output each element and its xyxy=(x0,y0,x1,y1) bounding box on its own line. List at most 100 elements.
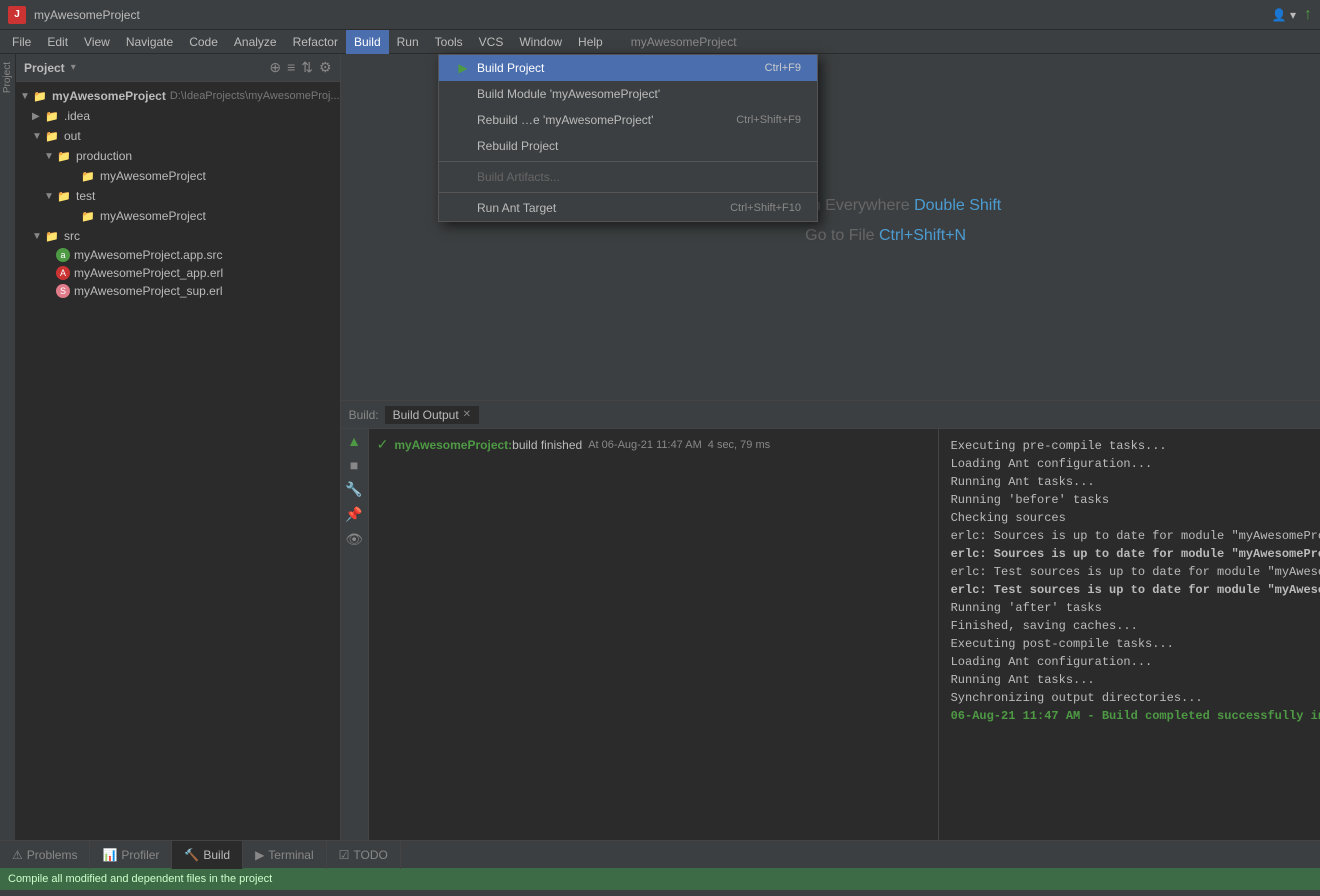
tree-item-test-proj[interactable]: 📁 myAwesomeProject xyxy=(16,206,340,226)
dropdown-sep-1 xyxy=(439,161,817,162)
titlebar-project-name: myAwesomeProject xyxy=(34,8,140,22)
tree-item-src[interactable]: ▼ 📁 src xyxy=(16,226,340,246)
folder-icon-test-proj: 📁 xyxy=(80,208,96,224)
folder-icon-test: 📁 xyxy=(56,188,72,204)
tab-problems[interactable]: ⚠ Problems xyxy=(0,841,90,869)
build-tab-close[interactable]: ✕ xyxy=(463,409,471,420)
build-log: Executing pre-compile tasks... Loading A… xyxy=(939,429,1320,840)
file-hint: Go to File Ctrl+Shift+N xyxy=(770,227,1001,245)
build-output-tab[interactable]: Build Output ✕ xyxy=(385,406,479,424)
dropdown-build-module[interactable]: Build Module 'myAwesomeProject' xyxy=(439,81,817,107)
menu-analyze[interactable]: Analyze xyxy=(226,30,285,54)
menu-tools[interactable]: Tools xyxy=(427,30,471,54)
file-shortcut: Ctrl+Shift+N xyxy=(879,227,966,244)
tree-item-production-proj[interactable]: 📁 myAwesomeProject xyxy=(16,166,340,186)
build-panel: Build: Build Output ✕ ▲ ■ 🔧 📌 👁 ✓ xyxy=(341,400,1320,840)
menu-file[interactable]: File xyxy=(4,30,39,54)
tree-arrow-test: ▼ xyxy=(44,191,56,202)
menu-edit[interactable]: Edit xyxy=(39,30,76,54)
menu-view[interactable]: View xyxy=(76,30,118,54)
profiler-icon: 📊 xyxy=(102,848,117,862)
tree-item-test[interactable]: ▼ 📁 test xyxy=(16,186,340,206)
tree-arrow-idea: ▶ xyxy=(32,111,44,122)
build-tree-item-success[interactable]: ✓ myAwesomeProject: build finished At 06… xyxy=(369,433,938,456)
folder-icon-src: 📁 xyxy=(44,228,60,244)
menu-code[interactable]: Code xyxy=(181,30,226,54)
panel-settings-icon[interactable]: ⚙ xyxy=(319,59,332,76)
tree-item-production[interactable]: ▼ 📁 production xyxy=(16,146,340,166)
terminal-icon: ▶ xyxy=(255,848,264,862)
rebuild-project-icon xyxy=(455,138,471,154)
dropdown-rebuild-module-shortcut: Ctrl+Shift+F9 xyxy=(736,114,801,126)
tree-arrow-src: ▼ xyxy=(32,231,44,242)
tree-item-idea[interactable]: ▶ 📁 .idea xyxy=(16,106,340,126)
tab-todo[interactable]: ☑ TODO xyxy=(327,841,401,869)
panel-expand-icon[interactable]: ⇅ xyxy=(301,59,313,76)
terminal-label: Terminal xyxy=(268,848,313,862)
tree-item-sup-erl[interactable]: S myAwesomeProject_sup.erl xyxy=(16,282,340,300)
menu-window[interactable]: Window xyxy=(511,30,570,54)
menu-help[interactable]: Help xyxy=(570,30,611,54)
account-button[interactable]: 👤 ▾ xyxy=(1272,8,1296,22)
log-line-16: 06-Aug-21 11:47 AM - Build completed suc… xyxy=(951,707,1320,725)
build-eye-icon[interactable]: 👁 xyxy=(345,531,363,548)
tree-item-root[interactable]: ▼ 📁 myAwesomeProject D:\IdeaProjects\myA… xyxy=(16,86,340,106)
tree-label-app-src: myAwesomeProject.app.src xyxy=(74,248,223,262)
panel-sync-icon[interactable]: ⊕ xyxy=(269,59,281,76)
folder-icon-out: 📁 xyxy=(44,128,60,144)
dropdown-build-project[interactable]: ▶ Build Project Ctrl+F9 xyxy=(439,55,817,81)
dropdown-run-ant-shortcut: Ctrl+Shift+F10 xyxy=(730,202,801,214)
titlebar: J myAwesomeProject 👤 ▾ ↑ xyxy=(0,0,1320,30)
badge-A-upper: A xyxy=(56,266,70,280)
log-line-13: Loading Ant configuration... xyxy=(951,653,1320,671)
menu-vcs[interactable]: VCS xyxy=(471,30,512,54)
sidebar-project-label[interactable]: Project xyxy=(0,58,15,97)
menu-navigate[interactable]: Navigate xyxy=(118,30,181,54)
build-tab-icon: 🔨 xyxy=(184,848,199,862)
dropdown-run-ant[interactable]: Run Ant Target Ctrl+Shift+F10 xyxy=(439,195,817,221)
panel-collapse-icon[interactable]: ≡ xyxy=(287,59,295,76)
menu-build[interactable]: Build xyxy=(346,30,389,54)
tree-label-src: src xyxy=(64,229,80,243)
update-icon[interactable]: ↑ xyxy=(1304,6,1312,24)
tree-label-idea: .idea xyxy=(64,109,90,123)
tree-item-app-erl[interactable]: A myAwesomeProject_app.erl xyxy=(16,264,340,282)
tab-terminal[interactable]: ▶ Terminal xyxy=(243,841,327,869)
build-wrench-icon[interactable]: 🔧 xyxy=(345,481,362,498)
badge-S: S xyxy=(56,284,70,298)
log-line-1: Executing pre-compile tasks... xyxy=(951,437,1320,455)
dropdown-rebuild-module[interactable]: Rebuild …e 'myAwesomeProject' Ctrl+Shift… xyxy=(439,107,817,133)
menubar: File Edit View Navigate Code Analyze Ref… xyxy=(0,30,1320,54)
tree-arrow-out: ▼ xyxy=(32,131,44,142)
dropdown-build-module-label: Build Module 'myAwesomeProject' xyxy=(477,87,660,101)
app-icon: J xyxy=(8,6,26,24)
tree-item-out[interactable]: ▼ 📁 out xyxy=(16,126,340,146)
tree-item-app-src[interactable]: a myAwesomeProject.app.src xyxy=(16,246,340,264)
menu-run[interactable]: Run xyxy=(389,30,427,54)
badge-a-lower: a xyxy=(56,248,70,262)
folder-icon-idea: 📁 xyxy=(44,108,60,124)
log-line-9: erlc: Test sources is up to date for mod… xyxy=(951,581,1320,599)
tree-label-test-proj: myAwesomeProject xyxy=(100,209,206,223)
todo-icon: ☑ xyxy=(339,848,350,862)
left-sidebar: Project xyxy=(0,54,16,840)
build-scroll-up-icon[interactable]: ▲ xyxy=(347,433,361,449)
tab-profiler[interactable]: 📊 Profiler xyxy=(90,841,172,869)
project-panel: Project ▾ ⊕ ≡ ⇅ ⚙ ▼ 📁 myAwesomeProject D… xyxy=(16,54,341,840)
dropdown-rebuild-project[interactable]: Rebuild Project xyxy=(439,133,817,159)
build-status: build finished xyxy=(512,438,582,452)
tree-label-root: myAwesomeProject xyxy=(52,89,166,103)
tree-path-root: D:\IdeaProjects\myAwesomeProj... xyxy=(170,90,340,102)
menu-refactor[interactable]: Refactor xyxy=(285,30,346,54)
log-line-14: Running Ant tasks... xyxy=(951,671,1320,689)
tab-build[interactable]: 🔨 Build xyxy=(172,841,243,869)
build-toolbar: ▲ ■ 🔧 📌 👁 xyxy=(341,429,369,840)
dropdown-build-project-label: Build Project xyxy=(477,61,544,75)
build-stop-icon[interactable]: ■ xyxy=(350,457,358,473)
build-project-name: myAwesomeProject: xyxy=(394,438,512,452)
folder-icon-root: 📁 xyxy=(32,88,48,104)
tree-label-app-erl: myAwesomeProject_app.erl xyxy=(74,266,223,280)
build-pin-icon[interactable]: 📌 xyxy=(345,506,362,523)
log-line-15: Synchronizing output directories... xyxy=(951,689,1320,707)
project-dropdown-arrow[interactable]: ▾ xyxy=(71,62,76,73)
